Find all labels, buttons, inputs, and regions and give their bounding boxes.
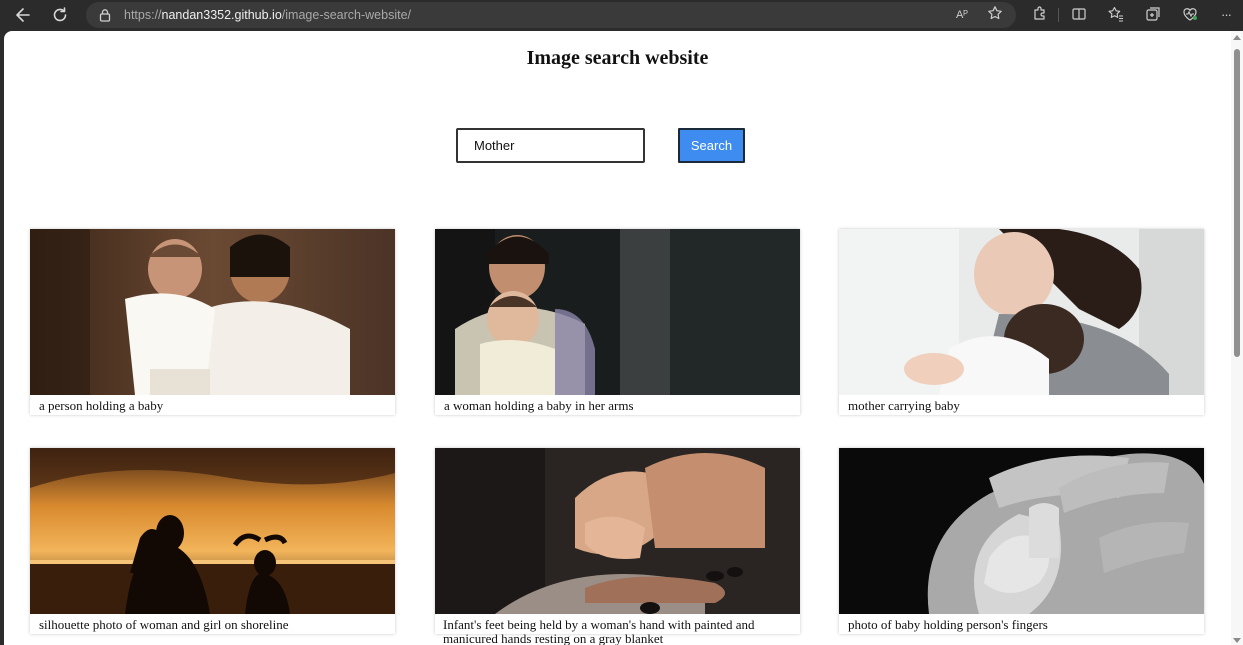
result-card[interactable]: silhouette photo of woman and girl on sh…	[30, 448, 395, 634]
result-image[interactable]	[30, 229, 395, 395]
favorites-icon[interactable]	[1106, 5, 1126, 25]
result-caption: photo of baby holding person's fingers	[848, 617, 1048, 632]
result-caption: silhouette photo of woman and girl on sh…	[39, 617, 289, 632]
result-image[interactable]	[435, 229, 800, 395]
scroll-down-icon[interactable]	[1233, 638, 1241, 643]
back-arrow-icon[interactable]	[12, 4, 34, 26]
search-input[interactable]	[456, 128, 645, 163]
result-caption: a woman holding a baby in her arms	[444, 398, 634, 413]
result-image[interactable]	[839, 448, 1204, 614]
result-card[interactable]: photo of baby holding person's fingers	[839, 448, 1204, 634]
result-image[interactable]	[435, 448, 800, 614]
favorite-star-icon[interactable]	[985, 5, 1005, 25]
browser-toolbar: https://nandan3352.github.io/image-searc…	[0, 0, 1243, 30]
read-aloud-icon[interactable]: Aᴾ	[952, 5, 972, 25]
more-menu-icon[interactable]: ···	[1216, 5, 1236, 25]
result-caption: mother carrying baby	[848, 398, 960, 413]
refresh-icon[interactable]	[49, 4, 71, 26]
address-bar[interactable]: https://nandan3352.github.io/image-searc…	[86, 2, 1016, 28]
result-card[interactable]: mother carrying baby	[839, 229, 1204, 415]
collections-icon[interactable]	[1143, 5, 1163, 25]
page-scrollbar[interactable]	[1231, 31, 1243, 645]
result-card[interactable]: Infant's feet being held by a woman's ha…	[435, 448, 800, 645]
lock-icon[interactable]	[98, 8, 112, 22]
result-caption: a person holding a baby	[39, 398, 164, 413]
result-image[interactable]	[30, 448, 395, 614]
toolbar-divider	[1058, 8, 1059, 22]
result-card[interactable]: a person holding a baby	[30, 229, 395, 415]
scroll-thumb[interactable]	[1234, 49, 1240, 357]
search-button[interactable]: Search	[678, 128, 745, 163]
result-image[interactable]	[839, 229, 1204, 395]
result-caption: Infant's feet being held by a woman's ha…	[443, 617, 755, 645]
scroll-up-icon[interactable]	[1233, 35, 1241, 40]
page-title: Image search website	[526, 47, 709, 69]
url-text: https://nandan3352.github.io/image-searc…	[124, 8, 412, 22]
extensions-icon[interactable]	[1030, 5, 1050, 25]
split-screen-icon[interactable]	[1069, 5, 1089, 25]
browser-essentials-icon[interactable]	[1180, 5, 1200, 25]
page-viewport: Image search website Search a p	[4, 31, 1243, 645]
result-card[interactable]: a woman holding a baby in her arms	[435, 229, 800, 415]
